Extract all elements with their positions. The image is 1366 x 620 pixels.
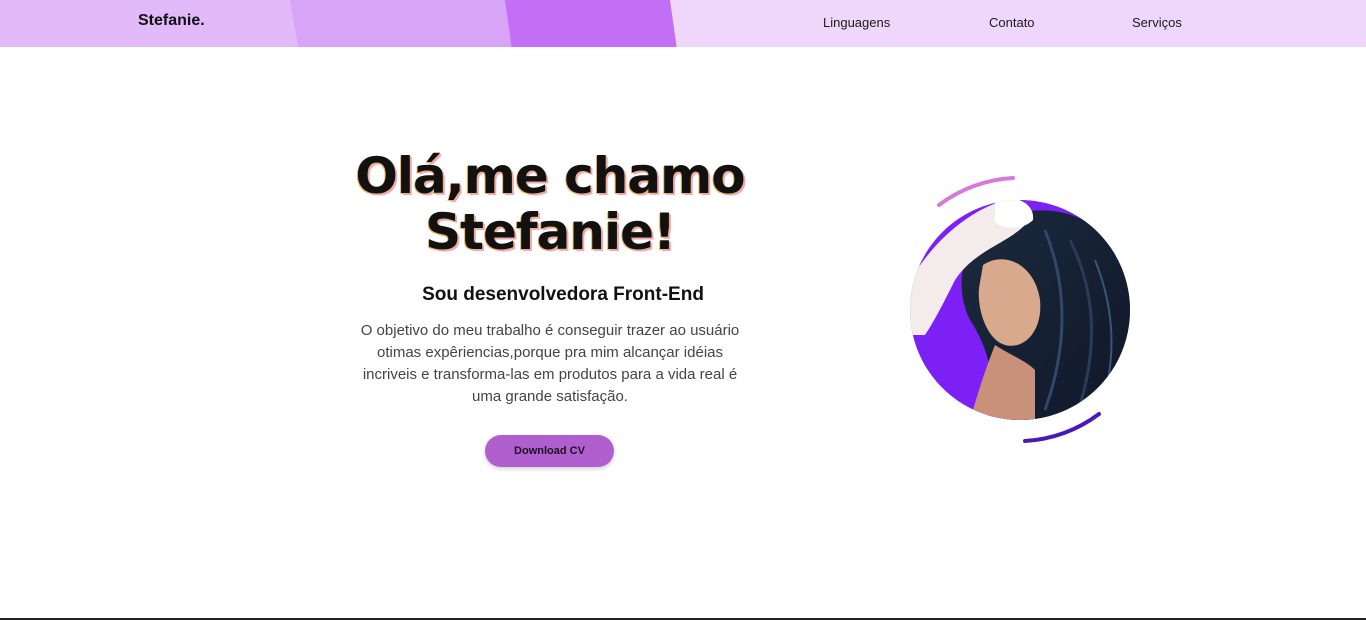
hero-title-line: Stefanie! [425, 203, 676, 261]
nav-decor-shape [505, 0, 677, 47]
profile-photo-container [895, 170, 1155, 450]
brand-logo[interactable]: Stefanie. [138, 12, 205, 30]
photo-content [910, 200, 1130, 420]
profile-photo [910, 176, 1130, 443]
top-navbar: Stefanie. Linguagens Contato Serviços [0, 0, 1366, 47]
hero-title-line: Olá,me chamo [355, 147, 745, 205]
hero-title: Olá,me chamo Stefanie! [340, 148, 760, 260]
nav-link-servicos[interactable]: Serviços [1132, 15, 1182, 30]
nav-decor-shape [290, 0, 539, 47]
hero-subtitle: Sou desenvolvedora Front-End [422, 284, 704, 305]
nav-link-contato[interactable]: Contato [989, 15, 1035, 30]
hero-description: O objetivo do meu trabalho é conseguir t… [360, 322, 740, 405]
decor-ring-pink [937, 176, 1015, 207]
download-cv-button[interactable]: Download CV [485, 435, 614, 467]
nav-link-linguagens[interactable]: Linguagens [823, 15, 890, 30]
